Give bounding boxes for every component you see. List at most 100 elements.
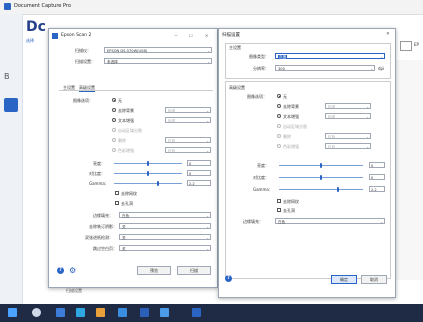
- scan-setting-value: 未选择: [107, 60, 118, 64]
- gamma-label: Gamma：: [253, 187, 273, 192]
- punch-checkbox[interactable]: [277, 208, 281, 212]
- chevron-down-icon: ⌄: [207, 49, 210, 53]
- bg-right-label: EP: [414, 42, 419, 47]
- dropout-value: 红色: [168, 139, 176, 143]
- scan-setting-select[interactable]: 未选择 ⌄: [104, 58, 212, 64]
- radio-dropout-label: 删除: [283, 134, 291, 139]
- remove-bg-select[interactable]: 标准 ⌄: [325, 103, 371, 109]
- radio-dropout[interactable]: [277, 134, 281, 138]
- brightness-slider[interactable]: [320, 163, 322, 168]
- radio-remove-bg-label: 去除背景: [118, 108, 134, 113]
- document-icon[interactable]: [4, 98, 18, 112]
- punch-checkbox[interactable]: [115, 201, 119, 205]
- preview-button[interactable]: 预览: [137, 266, 171, 275]
- radio-color-enhance[interactable]: [277, 144, 281, 148]
- dropout-select[interactable]: 红色 ⌄: [165, 137, 211, 143]
- chevron-down-icon: ⌄: [206, 139, 209, 143]
- brightness-label: 亮度：: [257, 163, 269, 168]
- gamma-input[interactable]: 2.2: [187, 180, 211, 186]
- help-icon[interactable]: ?: [57, 267, 64, 274]
- color-enhance-select[interactable]: 红色 ⌄: [165, 147, 211, 153]
- search-icon[interactable]: [32, 308, 41, 317]
- text-enhance-select[interactable]: 标准 ⌄: [325, 113, 371, 119]
- maximize-button[interactable]: ☐: [189, 33, 193, 38]
- word-icon[interactable]: [140, 308, 149, 317]
- chevron-down-icon: ⌄: [206, 109, 209, 113]
- radio-none-label: 无: [283, 94, 287, 99]
- radio-none[interactable]: [112, 98, 116, 102]
- brightness-slider[interactable]: [147, 161, 149, 166]
- brightness-input[interactable]: 0: [187, 160, 211, 166]
- shadow-label: 去除装订阴影：: [89, 224, 117, 229]
- radio-remove-bg-label: 去除背景: [283, 104, 299, 109]
- image-type-value: 灰度: [278, 55, 288, 59]
- radio-remove-bg[interactable]: [112, 108, 116, 112]
- mail-icon[interactable]: [76, 308, 85, 317]
- scanner-select[interactable]: EPSON DS-570W(USB) ⌄: [104, 47, 212, 53]
- moire-label: 去除网纹: [283, 199, 299, 204]
- ok-button[interactable]: 确定: [331, 275, 357, 284]
- contrast-input[interactable]: 0: [369, 174, 385, 180]
- gamma-slider[interactable]: [157, 181, 159, 186]
- scan-button[interactable]: 扫描: [177, 266, 211, 275]
- start-icon[interactable]: [8, 308, 17, 317]
- radio-text-enhance[interactable]: [277, 114, 281, 118]
- gamma-input[interactable]: 2.2: [369, 186, 385, 192]
- contrast-input[interactable]: 0: [187, 170, 211, 176]
- chevron-down-icon: ⌄: [206, 236, 209, 240]
- store-icon[interactable]: [96, 308, 105, 317]
- scan-app-icon[interactable]: [192, 308, 201, 317]
- app-select-link[interactable]: 选择: [26, 38, 34, 44]
- detect-select[interactable]: 关 ⌄: [119, 234, 211, 240]
- punch-label: 去孔洞: [121, 201, 133, 206]
- help-icon[interactable]: ?: [225, 275, 232, 282]
- cancel-button[interactable]: 取消: [361, 275, 387, 284]
- resolution-value: 300: [278, 67, 285, 71]
- bg-toolbar-icon[interactable]: [400, 41, 412, 51]
- gamma-slider[interactable]: [337, 187, 339, 192]
- color-enhance-value: 红色: [168, 149, 176, 153]
- contrast-slider[interactable]: [320, 175, 322, 180]
- text-enhance-select[interactable]: 标准 ⌄: [165, 117, 211, 123]
- edge-fill-select[interactable]: 白色 ⌄: [119, 212, 211, 218]
- edge-icon[interactable]: [56, 308, 65, 317]
- moire-checkbox[interactable]: [115, 191, 119, 195]
- radio-text-enhance[interactable]: [112, 118, 116, 122]
- edge-fill-select[interactable]: 白色 ⌄: [275, 218, 385, 224]
- radio-text-enhance-label: 文本增强: [283, 114, 299, 119]
- radio-color-enhance[interactable]: [112, 148, 116, 152]
- scan-icon[interactable]: B: [4, 72, 18, 86]
- text-enhance-value: 标准: [168, 119, 176, 123]
- gear-icon[interactable]: ⚙: [69, 266, 76, 275]
- skip-select[interactable]: 关 ⌄: [119, 245, 211, 251]
- minimize-button[interactable]: —: [174, 33, 178, 38]
- chevron-down-icon: ⌄: [366, 145, 369, 149]
- dropout-value: 红色: [328, 135, 336, 139]
- punch-label: 去孔洞: [283, 208, 295, 213]
- radio-dropout-label: 删除: [118, 138, 126, 143]
- radio-none[interactable]: [277, 94, 281, 98]
- radio-remove-bg[interactable]: [277, 104, 281, 108]
- scan-setting-behind-label: 扫描设置: [66, 288, 82, 293]
- chevron-down-icon: ⌄: [380, 220, 383, 224]
- gamma-track: [279, 189, 363, 190]
- radio-auto-area[interactable]: [277, 124, 281, 128]
- resolution-label: 分辨率：: [253, 66, 269, 71]
- color-enhance-select[interactable]: 红色 ⌄: [325, 143, 371, 149]
- radio-auto-area[interactable]: [112, 128, 116, 132]
- moire-checkbox[interactable]: [277, 199, 281, 203]
- main-section-title: 主设置: [229, 45, 241, 50]
- explorer-icon[interactable]: [118, 308, 127, 317]
- image-type-select[interactable]: 灰度 ⌄: [275, 53, 385, 59]
- shadow-select[interactable]: 关 ⌄: [119, 223, 211, 229]
- app-icon[interactable]: [160, 308, 169, 317]
- remove-bg-select[interactable]: 标准 ⌄: [165, 107, 211, 113]
- close-button[interactable]: ✕: [205, 33, 208, 38]
- contrast-slider[interactable]: [147, 171, 149, 176]
- dropout-select[interactable]: 红色 ⌄: [325, 133, 371, 139]
- resolution-select[interactable]: 300 ⌄: [275, 65, 375, 71]
- brightness-input[interactable]: 0: [369, 162, 385, 168]
- settings-dialog-title: 扫描设置: [222, 33, 240, 38]
- settings-close-button[interactable]: ✕: [386, 32, 390, 37]
- radio-dropout[interactable]: [112, 138, 116, 142]
